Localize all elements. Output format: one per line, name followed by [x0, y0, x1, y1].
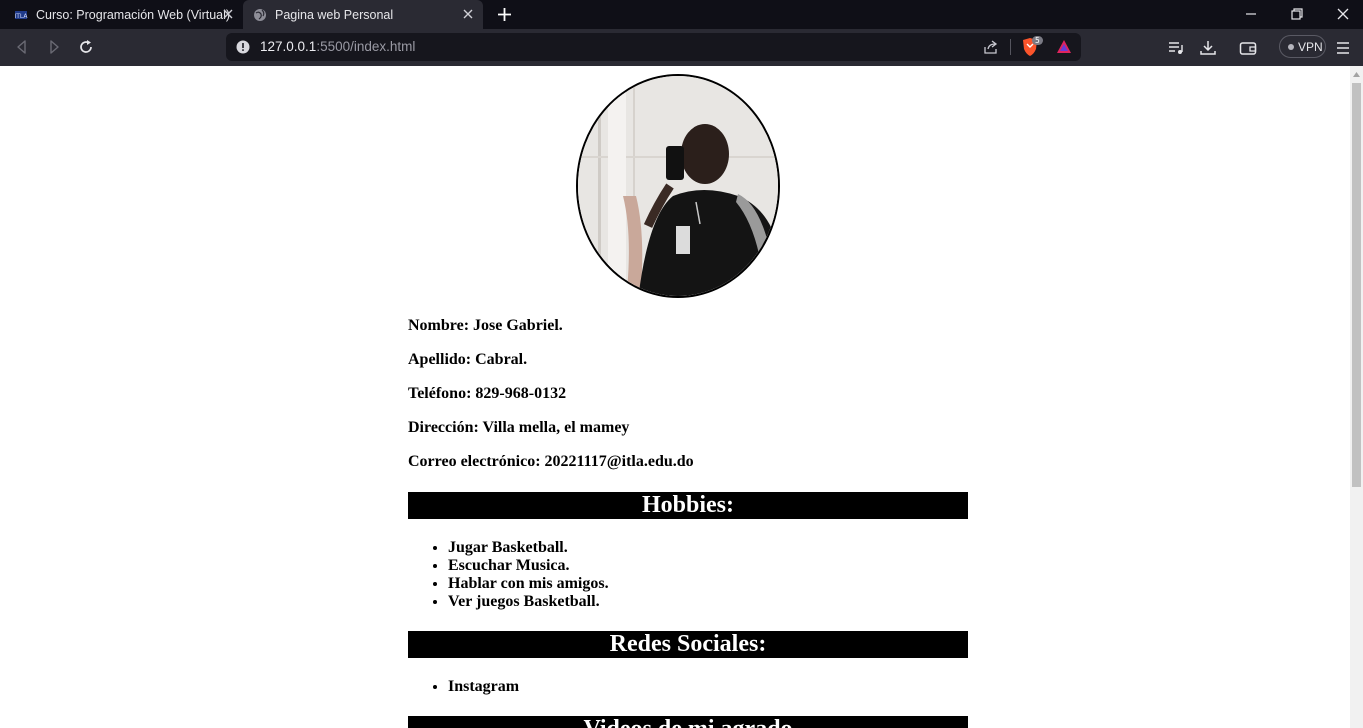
- list-item: Escuchar Musica.: [448, 557, 609, 575]
- page-viewport: Nombre: Jose Gabriel. Apellido: Cabral. …: [0, 66, 1350, 728]
- close-icon[interactable]: [221, 7, 235, 21]
- brave-rewards-icon[interactable]: [1055, 38, 1073, 56]
- correo-line: Correo electrónico: 20221117@itla.edu.do: [408, 453, 694, 470]
- list-item: Ver juegos Basketball.: [448, 593, 609, 611]
- tab-title: Pagina web Personal: [275, 7, 394, 22]
- direccion-line: Dirección: Villa mella, el mamey: [408, 419, 630, 436]
- tab-pagina-personal[interactable]: Pagina web Personal: [243, 0, 483, 29]
- page-scrollbar[interactable]: [1350, 66, 1363, 728]
- globe-icon: [254, 8, 266, 21]
- reload-icon[interactable]: [77, 38, 95, 56]
- address-bar[interactable]: 127.0.0.1:5500/index.html 5: [226, 33, 1081, 61]
- hobbies-heading: Hobbies:: [408, 492, 968, 519]
- redes-sociales-list: Instagram: [448, 678, 519, 696]
- url-host: 127.0.0.1: [260, 39, 317, 54]
- vpn-button[interactable]: VPN: [1279, 35, 1326, 58]
- playlist-icon[interactable]: [1167, 39, 1185, 57]
- url-path: :5500/index.html: [316, 39, 416, 54]
- tab-title: Curso: Programación Web (Virtual): [36, 7, 231, 22]
- apellido-line: Apellido: Cabral.: [408, 351, 528, 368]
- videos-heading: Videos de mi agrado: [408, 716, 968, 728]
- profile-photo-image: [578, 76, 778, 296]
- scroll-up-icon[interactable]: [1353, 71, 1360, 78]
- minimize-icon[interactable]: [1243, 6, 1259, 22]
- telefono-line: Teléfono: 829-968-0132: [408, 385, 567, 402]
- share-icon[interactable]: [983, 39, 999, 55]
- redes-sociales-heading: Redes Sociales:: [408, 631, 968, 658]
- tab-curso[interactable]: ITLA Curso: Programación Web (Virtual): [0, 0, 243, 29]
- browser-toolbar: 127.0.0.1:5500/index.html 5 VPN: [0, 29, 1363, 66]
- forward-icon[interactable]: [45, 38, 63, 56]
- svg-text:ITLA: ITLA: [14, 13, 28, 20]
- vpn-label: VPN: [1298, 39, 1323, 54]
- back-icon[interactable]: [13, 38, 31, 56]
- scrollbar-thumb[interactable]: [1352, 83, 1361, 487]
- vpn-status-dot: [1288, 43, 1294, 50]
- nombre-line: Nombre: Jose Gabriel.: [408, 317, 563, 334]
- shield-count-badge: 5: [1032, 36, 1043, 45]
- restore-icon[interactable]: [1289, 6, 1305, 22]
- divider: [1010, 39, 1011, 55]
- itla-logo-icon: ITLA: [14, 10, 28, 20]
- list-item-instagram[interactable]: Instagram: [448, 678, 519, 696]
- wallet-icon[interactable]: [1239, 39, 1257, 57]
- new-tab-icon[interactable]: [496, 6, 513, 23]
- list-item: Jugar Basketball.: [448, 539, 609, 557]
- info-icon[interactable]: [236, 40, 250, 54]
- hobbies-list: Jugar Basketball. Escuchar Musica. Habla…: [448, 539, 609, 611]
- close-window-icon[interactable]: [1335, 6, 1351, 22]
- profile-photo: [576, 74, 780, 298]
- close-icon[interactable]: [461, 7, 475, 21]
- tab-strip: ITLA Curso: Programación Web (Virtual) P…: [0, 0, 1363, 29]
- hamburger-menu-icon[interactable]: [1336, 39, 1350, 57]
- download-icon[interactable]: [1199, 39, 1217, 57]
- list-item: Hablar con mis amigos.: [448, 575, 609, 593]
- url-text[interactable]: 127.0.0.1:5500/index.html: [260, 39, 415, 54]
